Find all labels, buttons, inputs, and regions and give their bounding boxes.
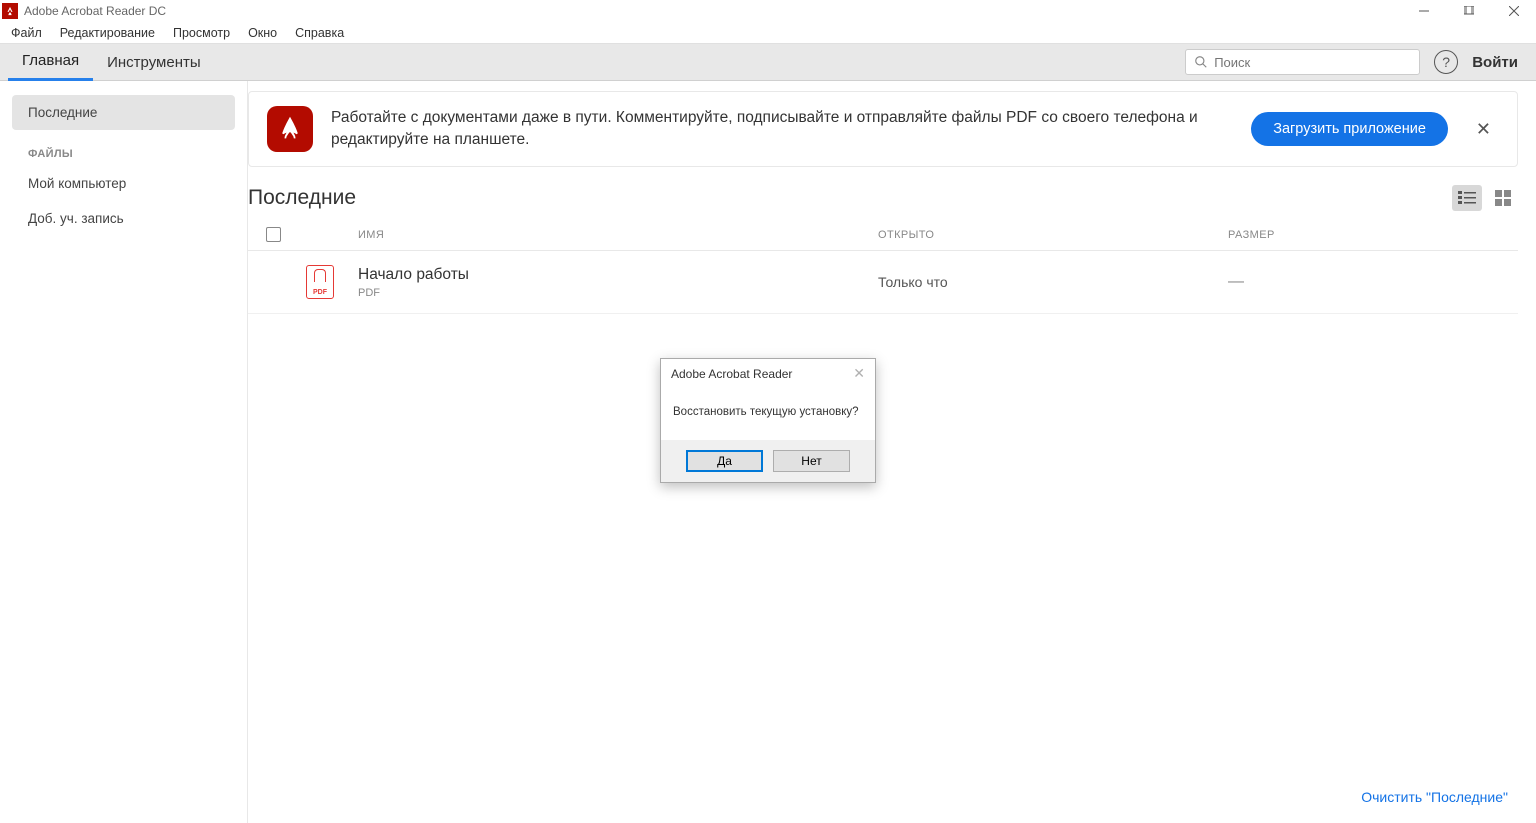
menu-file[interactable]: Файл xyxy=(2,24,51,42)
dialog-no-button[interactable]: Нет xyxy=(773,450,850,472)
acrobat-icon xyxy=(267,106,313,152)
col-name[interactable]: ИМЯ xyxy=(308,229,878,241)
banner-download-button[interactable]: Загрузить приложение xyxy=(1251,112,1448,146)
menu-edit[interactable]: Редактирование xyxy=(51,24,164,42)
content: Работайте с документами даже в пути. Ком… xyxy=(248,81,1536,823)
sidebar: Последние ФАЙЛЫ Мой компьютер Доб. уч. з… xyxy=(0,81,248,823)
promo-banner: Работайте с документами даже в пути. Ком… xyxy=(248,91,1518,167)
recent-title: Последние xyxy=(248,186,356,210)
sidebar-item-addaccount[interactable]: Доб. уч. запись xyxy=(0,201,247,236)
sidebar-item-mycomputer[interactable]: Мой компьютер xyxy=(0,166,247,201)
minimize-button[interactable] xyxy=(1401,0,1446,22)
file-name: Начало работы xyxy=(358,266,878,284)
search-box[interactable] xyxy=(1185,49,1420,75)
menubar: Файл Редактирование Просмотр Окно Справк… xyxy=(0,22,1536,44)
select-all-checkbox[interactable] xyxy=(266,227,281,242)
dialog: Adobe Acrobat Reader ✕ Восстановить теку… xyxy=(660,358,876,483)
maximize-button[interactable] xyxy=(1446,0,1491,22)
tab-tools[interactable]: Инструменты xyxy=(93,44,215,81)
menu-window[interactable]: Окно xyxy=(239,24,286,42)
banner-text: Работайте с документами даже в пути. Ком… xyxy=(331,107,1231,150)
login-button[interactable]: Войти xyxy=(1472,54,1528,71)
dialog-close-button[interactable]: ✕ xyxy=(853,365,865,382)
dialog-titlebar: Adobe Acrobat Reader ✕ xyxy=(661,359,875,388)
menu-help[interactable]: Справка xyxy=(286,24,353,42)
sidebar-item-recent[interactable]: Последние xyxy=(12,95,235,130)
banner-close-button[interactable]: ✕ xyxy=(1468,115,1499,144)
file-row[interactable]: PDF Начало работы PDF Только что — xyxy=(248,251,1518,314)
clear-recent-link[interactable]: Очистить "Последние" xyxy=(1361,789,1508,805)
file-opened: Только что xyxy=(878,274,1228,290)
dialog-yes-button[interactable]: Да xyxy=(686,450,763,472)
pdf-file-icon: PDF xyxy=(306,265,334,299)
app-title: Adobe Acrobat Reader DC xyxy=(24,4,166,18)
titlebar: Adobe Acrobat Reader DC xyxy=(0,0,1536,22)
file-table-header: ИМЯ ОТКРЫТО РАЗМЕР xyxy=(248,219,1518,251)
toolbar: Главная Инструменты ? Войти xyxy=(0,44,1536,81)
tab-home[interactable]: Главная xyxy=(8,44,93,81)
view-toggle xyxy=(1452,185,1518,211)
view-grid-button[interactable] xyxy=(1488,185,1518,211)
dialog-buttons: Да Нет xyxy=(661,440,875,482)
search-icon xyxy=(1194,55,1208,69)
col-size[interactable]: РАЗМЕР xyxy=(1228,229,1518,241)
help-button[interactable]: ? xyxy=(1434,50,1458,74)
window-controls xyxy=(1401,0,1536,22)
view-list-button[interactable] xyxy=(1452,185,1482,211)
dialog-title-text: Adobe Acrobat Reader xyxy=(671,367,792,381)
app-icon xyxy=(2,3,18,19)
recent-header: Последние xyxy=(248,185,1518,211)
file-size: — xyxy=(1228,273,1518,291)
close-button[interactable] xyxy=(1491,0,1536,22)
dialog-message: Восстановить текущую установку? xyxy=(661,388,875,440)
file-type: PDF xyxy=(358,287,878,299)
col-opened[interactable]: ОТКРЫТО xyxy=(878,229,1228,241)
sidebar-section-files: ФАЙЛЫ xyxy=(0,130,247,166)
menu-view[interactable]: Просмотр xyxy=(164,24,239,42)
search-input[interactable] xyxy=(1214,55,1411,70)
